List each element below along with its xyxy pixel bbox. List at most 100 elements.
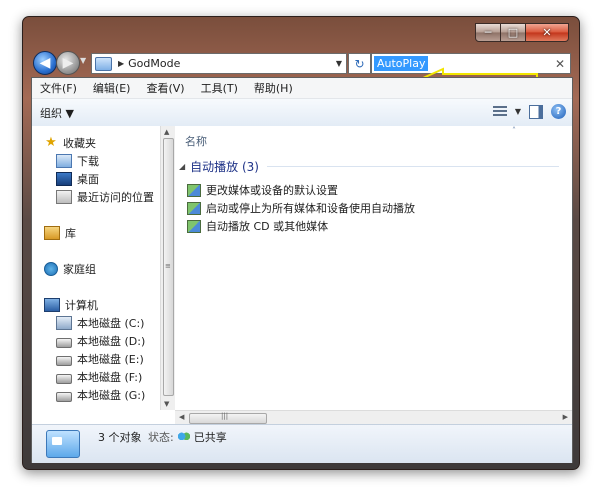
scroll-down-icon[interactable]: ▼ bbox=[164, 400, 169, 408]
forward-arrow-icon: ▶ bbox=[62, 55, 74, 71]
sidebar-item-homegroup[interactable]: 家庭组 bbox=[44, 261, 96, 277]
scrollbar-grip-icon: ≡ bbox=[165, 262, 171, 270]
status-label: 状态: bbox=[148, 431, 174, 444]
explorer-content: 文件(F) 编辑(E) 查看(V) 工具(T) 帮助(H) 组织 ▼ ▼ ? ★… bbox=[31, 77, 573, 463]
sidebar-item-drive-f[interactable]: 本地磁盘 (F:) bbox=[56, 369, 142, 385]
sidebar-item-label: 计算机 bbox=[65, 299, 98, 312]
menu-bar: 文件(F) 编辑(E) 查看(V) 工具(T) 帮助(H) bbox=[32, 78, 572, 99]
list-item-label: 更改媒体或设备的默认设置 bbox=[206, 184, 338, 197]
sidebar-item-label: 本地磁盘 (F:) bbox=[77, 371, 143, 384]
control-panel-icon bbox=[187, 183, 201, 197]
details-pane: 3 个对象 状态: 已共享 bbox=[32, 424, 572, 463]
sidebar-item-label: 收藏夹 bbox=[63, 137, 96, 150]
breadcrumb-separator-icon[interactable]: ▶ bbox=[118, 59, 124, 68]
scroll-right-icon[interactable]: ▶ bbox=[563, 413, 568, 421]
control-panel-icon bbox=[187, 219, 201, 233]
desktop-icon bbox=[56, 172, 72, 186]
command-bar: 组织 ▼ ▼ ? bbox=[32, 99, 572, 127]
menu-view[interactable]: 查看(V) bbox=[138, 80, 192, 96]
scrollbar-grip-icon: ||| bbox=[221, 412, 229, 420]
list-item-label: 启动或停止为所有媒体和设备使用自动播放 bbox=[206, 202, 415, 215]
preview-pane-icon[interactable] bbox=[529, 104, 543, 119]
library-icon bbox=[44, 226, 60, 240]
help-icon[interactable]: ? bbox=[551, 104, 566, 119]
recent-pages-dropdown[interactable]: ▼ bbox=[80, 56, 86, 65]
minimize-button[interactable]: ─ bbox=[475, 23, 501, 42]
navigation-pane: ★ 收藏夹 下载 桌面 最近访问的位置 库 家庭组 计算机 本地磁盘 (C:) 本… bbox=[32, 126, 160, 410]
explorer-window: ─ □ ✕ ◀ ▶ ▼ ▶ GodMode ▼ ↻ AutoPlay ✕ 文件(… bbox=[22, 16, 580, 470]
menu-help[interactable]: 帮助(H) bbox=[246, 80, 301, 96]
share-icon bbox=[177, 431, 190, 443]
control-panel-icon bbox=[187, 201, 201, 215]
list-item-label: 自动播放 CD 或其他媒体 bbox=[206, 220, 329, 233]
caption-buttons: ─ □ ✕ bbox=[475, 23, 569, 42]
status-value: 已共享 bbox=[193, 431, 227, 444]
refresh-icon: ↻ bbox=[354, 56, 365, 71]
sidebar-item-label: 库 bbox=[65, 227, 76, 240]
sort-indicator-icon: ˄ bbox=[512, 126, 516, 135]
sidebar-item-drive-g[interactable]: 本地磁盘 (G:) bbox=[56, 387, 145, 403]
sidebar-item-label: 本地磁盘 (G:) bbox=[77, 389, 146, 402]
list-item[interactable]: 更改媒体或设备的默认设置 bbox=[187, 182, 338, 198]
scroll-up-icon[interactable]: ▲ bbox=[164, 128, 169, 136]
organize-button[interactable]: 组织 ▼ bbox=[40, 105, 74, 121]
group-divider bbox=[266, 166, 559, 167]
sidebar-item-drive-e[interactable]: 本地磁盘 (E:) bbox=[56, 351, 144, 367]
sidebar-item-desktop[interactable]: 桌面 bbox=[56, 171, 99, 187]
navigation-scrollbar[interactable]: ▲ ≡ ▼ bbox=[160, 126, 175, 410]
homegroup-icon bbox=[44, 262, 58, 276]
sidebar-item-label: 家庭组 bbox=[63, 263, 96, 276]
drive-icon bbox=[56, 337, 72, 348]
sidebar-item-drive-c[interactable]: 本地磁盘 (C:) bbox=[56, 315, 144, 331]
back-button[interactable]: ◀ bbox=[33, 51, 57, 75]
drive-icon bbox=[56, 373, 72, 384]
view-dropdown-icon[interactable]: ▼ bbox=[515, 107, 521, 116]
list-item[interactable]: 启动或停止为所有媒体和设备使用自动播放 bbox=[187, 200, 415, 216]
forward-button[interactable]: ▶ bbox=[56, 51, 80, 75]
item-count: 3 个对象 bbox=[98, 431, 142, 444]
close-button[interactable]: ✕ bbox=[526, 23, 569, 42]
sidebar-item-drive-d[interactable]: 本地磁盘 (D:) bbox=[56, 333, 145, 349]
minimize-icon: ─ bbox=[484, 26, 492, 39]
menu-tools[interactable]: 工具(T) bbox=[193, 80, 246, 96]
sidebar-item-label: 本地磁盘 (C:) bbox=[77, 317, 145, 330]
breadcrumb-godmode[interactable]: GodMode bbox=[128, 57, 180, 70]
address-bar[interactable]: ▶ GodMode ▼ bbox=[91, 53, 347, 74]
control-panel-icon bbox=[46, 430, 80, 458]
sidebar-item-downloads[interactable]: 下载 bbox=[56, 153, 99, 169]
file-list: ˄ 名称 ◢ 自动播放 (3) 更改媒体或设备的默认设置 启动或停止为所有媒体和… bbox=[175, 126, 572, 410]
refresh-button[interactable]: ↻ bbox=[348, 53, 371, 74]
collapse-icon[interactable]: ◢ bbox=[179, 162, 185, 171]
recent-places-icon bbox=[56, 190, 72, 204]
group-title: 自动播放 (3) bbox=[190, 160, 259, 174]
view-options-icon[interactable] bbox=[492, 105, 507, 118]
sidebar-item-recent[interactable]: 最近访问的位置 bbox=[56, 189, 154, 205]
scroll-left-icon[interactable]: ◀ bbox=[179, 413, 184, 421]
sidebar-item-label: 桌面 bbox=[77, 173, 99, 186]
sidebar-item-label: 最近访问的位置 bbox=[77, 191, 154, 204]
column-header-name[interactable]: 名称 bbox=[185, 133, 207, 149]
close-icon: ✕ bbox=[542, 26, 552, 39]
menu-file[interactable]: 文件(F) bbox=[32, 80, 85, 96]
clear-search-icon[interactable]: ✕ bbox=[555, 57, 565, 71]
downloads-folder-icon bbox=[56, 154, 72, 168]
star-icon: ★ bbox=[45, 135, 57, 150]
sidebar-item-label: 下载 bbox=[77, 155, 99, 168]
sidebar-item-favorites[interactable]: ★ 收藏夹 bbox=[44, 135, 96, 151]
drive-icon bbox=[56, 391, 72, 402]
group-header-autoplay[interactable]: ◢ 自动播放 (3) bbox=[179, 158, 559, 175]
maximize-button[interactable]: □ bbox=[501, 23, 526, 42]
toolbar-right: ▼ ? bbox=[492, 104, 566, 119]
back-arrow-icon: ◀ bbox=[39, 55, 51, 71]
list-item[interactable]: 自动播放 CD 或其他媒体 bbox=[187, 218, 328, 234]
sidebar-item-label: 本地磁盘 (E:) bbox=[77, 353, 144, 366]
address-dropdown-icon[interactable]: ▼ bbox=[332, 59, 346, 68]
system-drive-icon bbox=[56, 316, 72, 330]
control-panel-icon bbox=[95, 56, 112, 71]
sidebar-item-computer[interactable]: 计算机 bbox=[44, 297, 98, 313]
horizontal-scrollbar[interactable]: ◀ ||| ▶ bbox=[175, 410, 572, 425]
status-field: 状态: 已共享 bbox=[148, 429, 227, 445]
menu-edit[interactable]: 编辑(E) bbox=[85, 80, 139, 96]
computer-icon bbox=[44, 298, 60, 312]
sidebar-item-libraries[interactable]: 库 bbox=[44, 225, 76, 241]
